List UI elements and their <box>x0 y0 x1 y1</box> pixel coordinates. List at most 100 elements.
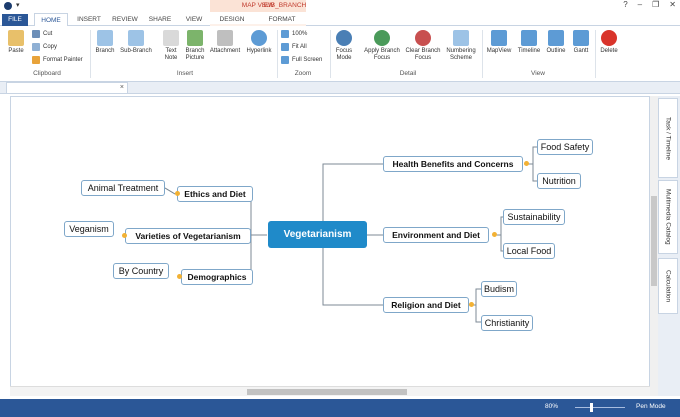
numbering-label: Numbering <box>446 48 476 54</box>
gantt-button[interactable]: Gantt <box>569 30 593 55</box>
horizontal-scrollbar[interactable] <box>10 386 650 396</box>
tab-format[interactable]: FORMAT <box>262 13 302 26</box>
zoom-100-button[interactable]: 100% <box>281 30 307 38</box>
cut-icon <box>32 30 40 38</box>
sub-branch-button[interactable]: Sub-Branch <box>118 30 154 55</box>
outline-button[interactable]: Outline <box>543 30 569 55</box>
tab-insert[interactable]: INSERT <box>72 13 106 26</box>
subtopic-budism[interactable]: Budism <box>481 281 517 297</box>
pen-mode[interactable]: Pen Mode <box>636 403 666 410</box>
branch-picture-label-2: Picture <box>185 55 205 61</box>
tab-file[interactable]: FILE <box>2 14 28 26</box>
separator <box>277 30 278 78</box>
close-icon[interactable]: ✕ <box>669 0 676 12</box>
tab-multimedia-catalog[interactable]: Multimedia Catalog <box>658 180 678 254</box>
format-painter-button[interactable]: Format Painter <box>32 56 83 64</box>
full-screen-label: Full Screen <box>292 57 323 63</box>
branch-button[interactable]: Branch <box>94 30 116 55</box>
topic-environment-and-diet[interactable]: Environment and Diet <box>383 227 489 243</box>
delete-button[interactable]: Delete <box>597 30 621 55</box>
focus-mode-label-2: Mode <box>336 55 352 61</box>
tab-calculation[interactable]: Calculation <box>658 258 678 314</box>
topic-varieties-of-vegetarianism[interactable]: Varieties of Vegetarianism <box>125 228 251 244</box>
document-tab-bar: × <box>0 82 680 94</box>
branch-picture-button[interactable]: Branch Picture <box>184 30 206 62</box>
subtopic-animal-treatment[interactable]: Animal Treatment <box>81 180 165 196</box>
connector-dot <box>469 302 474 307</box>
separator <box>90 30 91 78</box>
apply-focus-label: Apply Branch <box>364 48 400 54</box>
subtopic-sustainability[interactable]: Sustainability <box>503 209 565 225</box>
topic-health-benefits-and-concerns[interactable]: Health Benefits and Concerns <box>383 156 523 172</box>
paperclip-icon <box>217 30 233 46</box>
tab-share[interactable]: SHARE <box>145 13 175 26</box>
subtopic-local-food[interactable]: Local Food <box>503 243 555 259</box>
document-tab[interactable]: × <box>6 82 128 94</box>
fit-all-icon <box>281 43 289 51</box>
zoom-100-label: 100% <box>292 31 308 37</box>
paste-button[interactable]: Paste <box>4 30 28 55</box>
mapview-button[interactable]: MapView <box>484 30 514 55</box>
connector-dot <box>492 232 497 237</box>
subtopic-veganism[interactable]: Veganism <box>64 221 114 237</box>
attachment-button[interactable]: Attachment <box>208 30 242 55</box>
minimize-icon[interactable]: – <box>638 0 642 12</box>
subtopic-by-country[interactable]: By Country <box>113 263 169 279</box>
full-screen-button[interactable]: Full Screen <box>281 56 322 64</box>
insert-group-label: Insert <box>176 70 194 77</box>
zoom-100-icon <box>281 30 289 38</box>
connector-dot <box>175 191 180 196</box>
text-note-button[interactable]: Text Note <box>160 30 182 62</box>
gantt-icon <box>573 30 589 46</box>
tab-home[interactable]: HOME <box>34 13 68 27</box>
copy-icon <box>32 43 40 51</box>
vertical-scroll-thumb[interactable] <box>651 196 657 286</box>
close-tab-icon[interactable]: × <box>120 84 124 91</box>
subtopic-food-safety[interactable]: Food Safety <box>537 139 593 155</box>
topic-ethics-and-diet[interactable]: Ethics and Diet <box>177 186 253 202</box>
topic-religion-and-diet[interactable]: Religion and Diet <box>383 297 469 313</box>
quick-access-icon[interactable]: ▾ <box>16 1 20 9</box>
timeline-button[interactable]: Timeline <box>515 30 543 55</box>
topic-demographics[interactable]: Demographics <box>181 269 253 285</box>
apply-branch-focus-button[interactable]: Apply Branch Focus <box>362 30 402 62</box>
side-panel: Task / Timeline Multimedia Catalog Calcu… <box>658 96 680 396</box>
mind-map-canvas[interactable]: Vegetarianism Ethics and Diet Animal Tre… <box>10 96 650 396</box>
mapview-label: MapView <box>486 48 512 54</box>
subtopic-christianity[interactable]: Christianity <box>481 315 533 331</box>
tab-task-timeline[interactable]: Task / Timeline <box>658 98 678 178</box>
tab-view[interactable]: VIEW <box>180 13 208 26</box>
restore-icon[interactable]: ❐ <box>652 0 659 12</box>
outline-icon <box>548 30 564 46</box>
branch-picture-label: Branch <box>185 48 205 54</box>
zoom-slider[interactable] <box>575 407 625 408</box>
cut-button[interactable]: Cut <box>32 30 52 38</box>
help-icon[interactable]: ? <box>623 0 627 12</box>
tab-design[interactable]: DESIGN <box>214 13 250 26</box>
clipboard-group-label: Clipboard <box>33 70 61 77</box>
focus-mode-button[interactable]: Focus Mode <box>333 30 355 62</box>
text-note-label: Text <box>165 48 177 54</box>
horizontal-scroll-thumb[interactable] <box>247 389 407 395</box>
sub-branch-label: Sub-Branch <box>120 48 152 54</box>
vertical-scrollbar[interactable] <box>650 96 658 396</box>
attachment-label: Attachment <box>209 48 241 54</box>
text-note-icon <box>163 30 179 46</box>
fit-all-button[interactable]: Fit All <box>281 43 307 51</box>
ribbon: Paste Cut Copy Format Painter Clipboard … <box>0 26 680 82</box>
central-topic[interactable]: Vegetarianism <box>268 221 367 248</box>
tab-review[interactable]: REVIEW <box>110 13 140 26</box>
clear-branch-focus-button[interactable]: Clear Branch Focus <box>404 30 442 62</box>
tab-multimedia-catalog-label: Multimedia Catalog <box>664 189 672 245</box>
view-group-label: View <box>531 70 545 77</box>
zoom-slider-thumb[interactable] <box>590 403 593 412</box>
text-note-label-2: Note <box>164 55 178 61</box>
globe-icon <box>251 30 267 46</box>
zoom-level: 80% <box>545 403 559 410</box>
outline-label: Outline <box>546 48 566 54</box>
numbering-scheme-button[interactable]: Numbering Scheme <box>444 30 478 62</box>
hyperlink-button[interactable]: Hyperlink <box>244 30 274 55</box>
subtopic-nutrition[interactable]: Nutrition <box>537 173 581 189</box>
tab-calculation-label: Calculation <box>664 269 672 303</box>
copy-button[interactable]: Copy <box>32 43 57 51</box>
